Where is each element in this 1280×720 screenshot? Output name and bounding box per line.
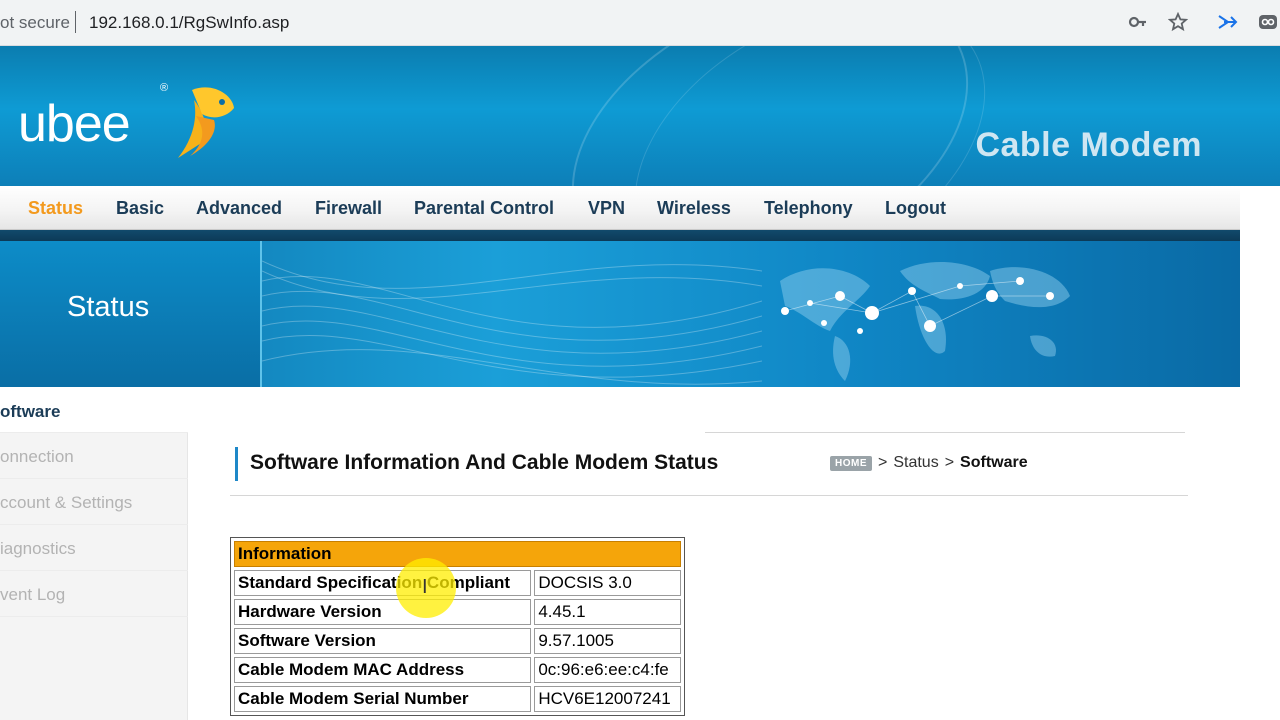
row-label: Standard Specification Compliant [234,570,532,596]
software-info-table: Information Standard Specification Compl… [230,537,685,716]
divider [705,432,1185,433]
nav-status[interactable]: Status [28,198,83,219]
nav-wireless[interactable]: Wireless [657,198,731,219]
sidebar-item-label: oftware [0,402,61,421]
table-header-row: Information [234,541,681,567]
breadcrumb-home[interactable]: HOME [830,455,872,471]
nav-parental-control[interactable]: Parental Control [414,198,554,219]
row-value: 4.45.1 [534,599,681,625]
main-nav: Status Basic Advanced Firewall Parental … [0,186,1240,230]
table-header: Information [234,541,681,567]
breadcrumb-current: Software [960,454,1028,471]
row-value: DOCSIS 3.0 [534,570,681,596]
breadcrumb: HOME > Status > Software [830,454,1028,472]
ubee-logo[interactable]: ubee [18,94,131,154]
send-tab-icon[interactable] [1215,10,1239,34]
logo-registered-mark: ® [160,82,169,94]
nav-telephony[interactable]: Telephony [764,198,853,219]
heading-accent-bar [235,447,238,481]
sidebar-item-label: ccount & Settings [0,493,133,512]
row-label: Hardware Version [234,599,532,625]
row-label: Cable Modem MAC Address [234,657,532,683]
sidebar: oftware onnection ccount & Settings iagn… [0,387,188,720]
nav-basic[interactable]: Basic [116,198,164,219]
table-row: Cable Modem Serial Number HCV6E12007241 [234,686,681,712]
url-field[interactable]: 192.168.0.1/RgSwInfo.asp [89,13,289,33]
row-value: HCV6E12007241 [534,686,681,712]
sidebar-item-software[interactable]: oftware [0,387,188,433]
nav-divider [0,230,1240,241]
banner-title-panel: Status [0,241,262,387]
world-map-decoration [780,261,1070,381]
divider [230,495,1188,496]
breadcrumb-parent[interactable]: Status [893,454,938,472]
browser-address-bar: ot secure 192.168.0.1/RgSwInfo.asp [0,0,1280,46]
sidebar-item-account-settings[interactable]: ccount & Settings [0,479,188,525]
nav-firewall[interactable]: Firewall [315,198,382,219]
nav-logout[interactable]: Logout [885,198,946,219]
page-title: Software Information And Cable Modem Sta… [250,451,719,474]
row-label: Cable Modem Serial Number [234,686,532,712]
nav-vpn[interactable]: VPN [588,198,625,219]
sidebar-item-label: vent Log [0,585,66,604]
table-row: Standard Specification Compliant DOCSIS … [234,570,681,596]
nav-advanced[interactable]: Advanced [196,198,282,219]
table-row: Cable Modem MAC Address 0c:96:e6:ee:c4:f… [234,657,681,683]
star-icon[interactable] [1166,10,1190,34]
breadcrumb-separator: > [878,454,888,471]
wave-decoration [262,260,762,385]
sidebar-item-diagnostics[interactable]: iagnostics [0,525,188,571]
sidebar-item-label: onnection [0,447,74,466]
security-label[interactable]: ot secure [0,13,70,33]
section-banner: Status [0,241,1240,387]
product-title: Cable Modem [975,126,1202,164]
row-label: Software Version [234,628,532,654]
sidebar-item-connection[interactable]: onnection [0,433,188,479]
sidebar-item-label: iagnostics [0,539,76,558]
key-icon[interactable] [1126,10,1150,34]
fish-logo-icon [172,80,238,165]
table-row: Software Version 9.57.1005 [234,628,681,654]
row-value: 0c:96:e6:ee:c4:fe [534,657,681,683]
banner-title: Status [67,291,150,323]
site-header: ubee ® Cable Modem [0,46,1280,186]
extension-icon[interactable] [1256,10,1280,34]
breadcrumb-separator: > [944,454,955,471]
page-right-margin [1240,186,1280,720]
address-separator [75,11,76,33]
table-row: Hardware Version 4.45.1 [234,599,681,625]
sidebar-item-event-log[interactable]: vent Log [0,571,188,617]
row-value: 9.57.1005 [534,628,681,654]
